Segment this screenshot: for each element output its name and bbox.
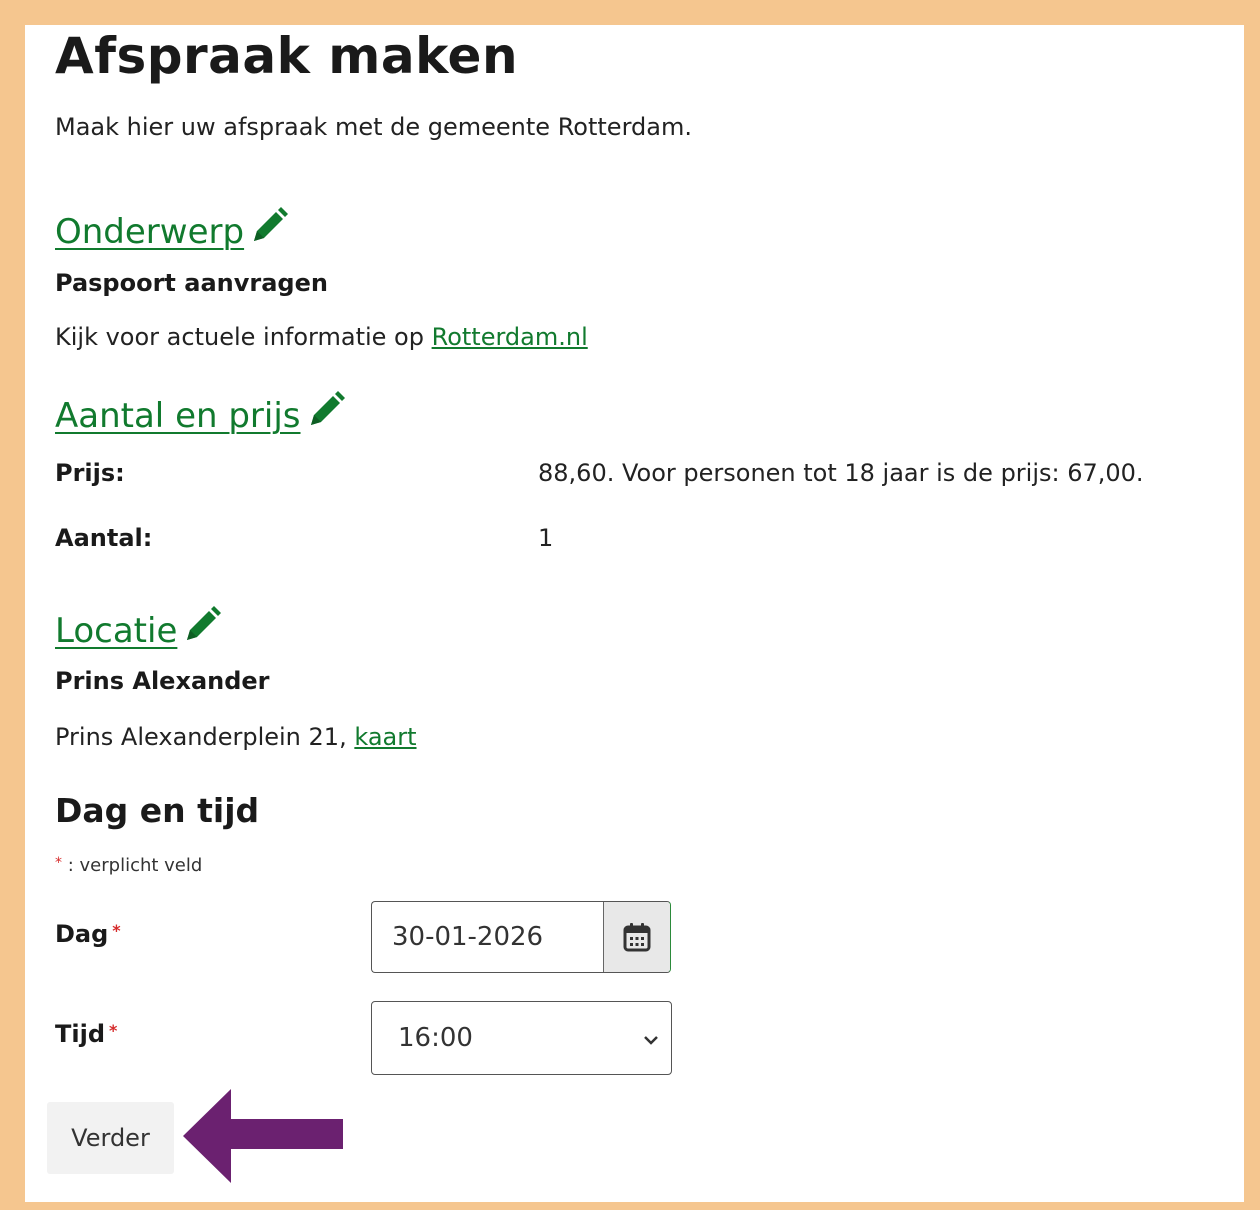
tijd-label-text: Tijd bbox=[55, 1020, 106, 1048]
pencil-icon[interactable] bbox=[248, 205, 290, 251]
page-intro: Maak hier uw afspraak met de gemeente Ro… bbox=[55, 113, 692, 141]
next-button[interactable]: Verder bbox=[47, 1102, 174, 1174]
date-value[interactable]: 30-01-2026 bbox=[372, 902, 603, 972]
time-select[interactable]: 16:00 bbox=[371, 1001, 672, 1075]
tijd-label: Tijd * bbox=[55, 1020, 117, 1048]
required-note-text: : verplicht veld bbox=[67, 855, 203, 876]
section-aantal-prijs-heading[interactable]: Aantal en prijs bbox=[55, 389, 347, 436]
locatie-link[interactable]: Locatie bbox=[55, 611, 177, 651]
date-field[interactable]: 30-01-2026 bbox=[371, 901, 671, 973]
map-link[interactable]: kaart bbox=[354, 723, 416, 751]
dag-label: Dag * bbox=[55, 920, 121, 948]
onderwerp-info: Kijk voor actuele informatie op Rotterda… bbox=[55, 323, 588, 351]
required-star: * bbox=[109, 1021, 118, 1040]
location-address-line: Prins Alexanderplein 21, kaart bbox=[55, 723, 417, 751]
onderwerp-info-text: Kijk voor actuele informatie op bbox=[55, 323, 432, 351]
pencil-icon[interactable] bbox=[305, 389, 347, 435]
aantal-prijs-link[interactable]: Aantal en prijs bbox=[55, 396, 301, 436]
onderwerp-link[interactable]: Onderwerp bbox=[55, 212, 244, 252]
price-value: 88,60. Voor personen tot 18 jaar is de p… bbox=[538, 459, 1144, 487]
count-value: 1 bbox=[538, 524, 554, 552]
calendar-icon[interactable] bbox=[603, 902, 670, 972]
dag-label-text: Dag bbox=[55, 920, 109, 948]
time-value: 16:00 bbox=[398, 1023, 473, 1053]
rotterdam-link[interactable]: Rotterdam.nl bbox=[432, 323, 588, 351]
section-onderwerp-heading[interactable]: Onderwerp bbox=[55, 205, 290, 252]
count-label: Aantal: bbox=[55, 524, 153, 552]
section-locatie-heading[interactable]: Locatie bbox=[55, 604, 223, 651]
chevron-down-icon bbox=[643, 1023, 659, 1053]
location-name: Prins Alexander bbox=[55, 667, 270, 695]
onderwerp-value: Paspoort aanvragen bbox=[55, 269, 328, 297]
required-note: * : verplicht veld bbox=[55, 855, 202, 876]
location-address: Prins Alexanderplein 21, bbox=[55, 723, 347, 751]
required-star: * bbox=[112, 921, 121, 940]
price-label: Prijs: bbox=[55, 459, 125, 487]
arrow-left-icon bbox=[183, 1089, 345, 1187]
dag-tijd-heading: Dag en tijd bbox=[55, 791, 260, 830]
pencil-icon[interactable] bbox=[181, 604, 223, 650]
page-title: Afspraak maken bbox=[55, 27, 519, 85]
appointment-form-panel: Afspraak maken Maak hier uw afspraak met… bbox=[25, 25, 1244, 1202]
required-marker: * bbox=[55, 855, 62, 871]
